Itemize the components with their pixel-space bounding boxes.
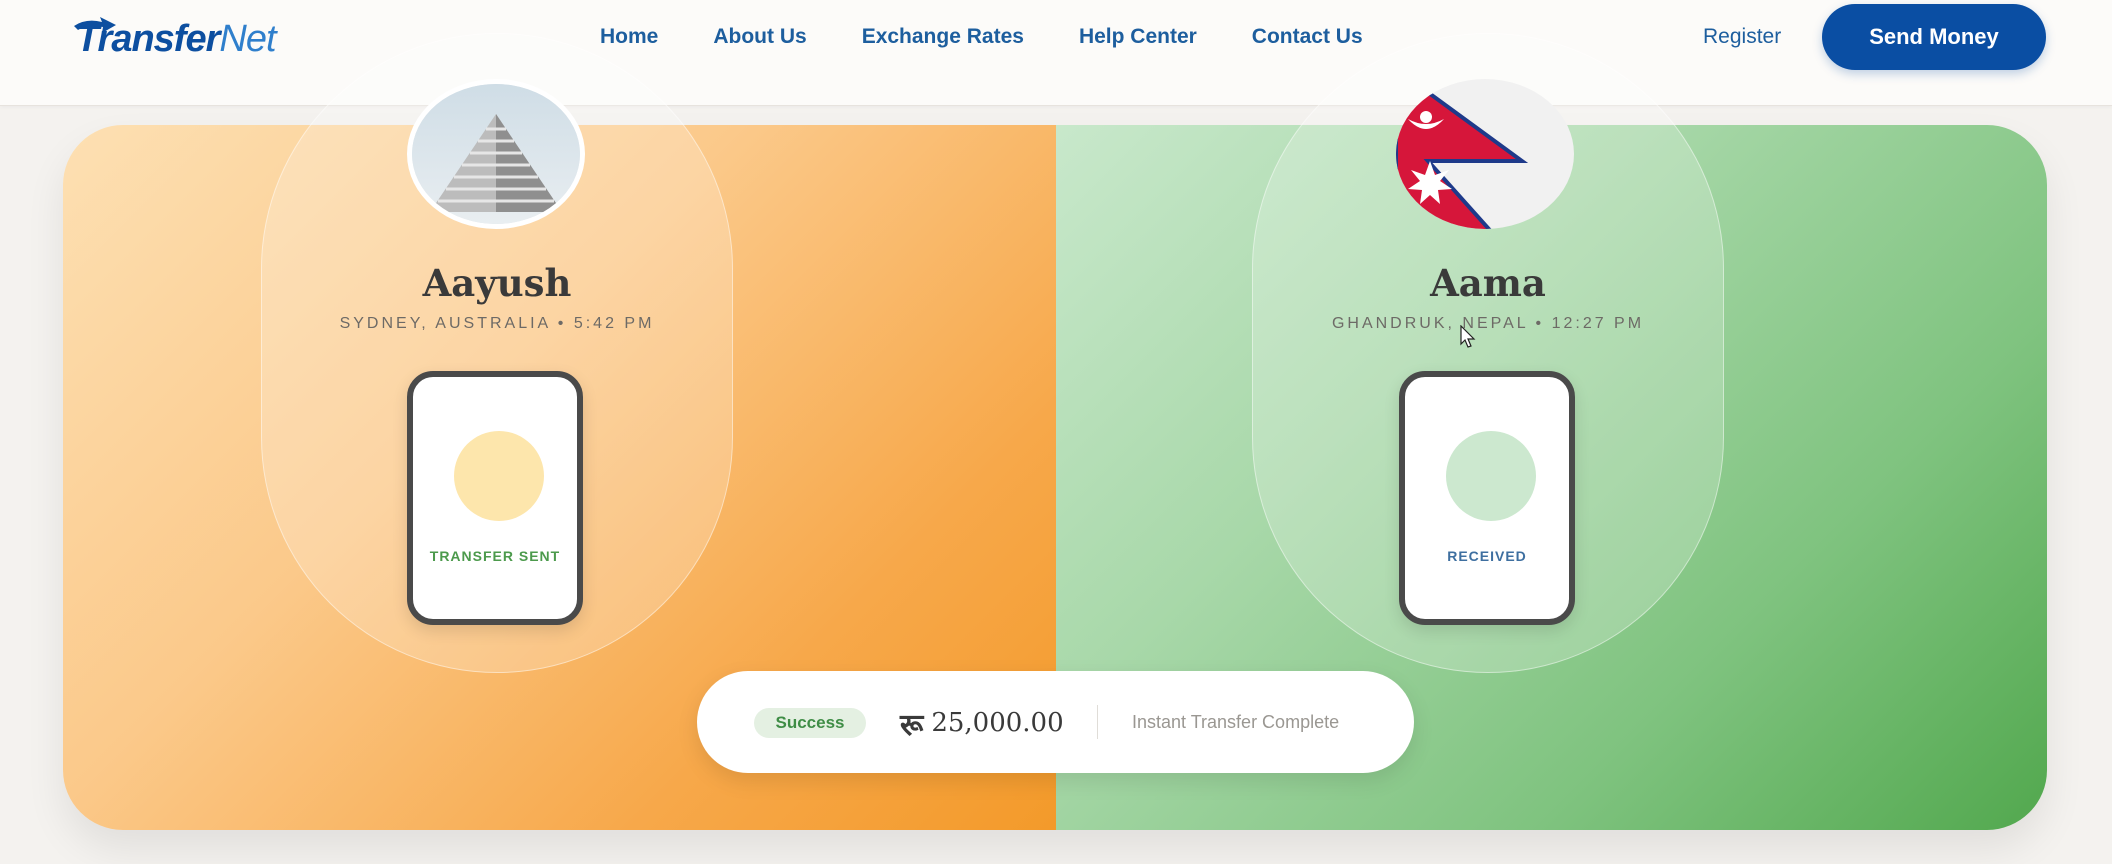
site-header: TransferNet Home About Us Exchange Rates… [0,0,2112,106]
send-money-button[interactable]: Send Money [1822,4,2046,70]
logo[interactable]: TransferNet [72,14,277,64]
currency-symbol: रू [900,707,924,743]
sender-avatar [407,79,585,229]
transfer-amount: रू 25,000.00 [900,701,1064,745]
transfer-status-pill: Success रू 25,000.00 Instant Transfer Co… [697,671,1414,773]
receiver-name: Aama [1430,261,1546,305]
receiver-avatar [1396,79,1574,229]
status-badge: Success [754,708,866,738]
transfer-complete-message: Instant Transfer Complete [1132,712,1340,732]
mouse-cursor-icon [1460,325,1476,348]
divider [1097,705,1098,739]
receiver-location-time: GHANDRUK, NEPAL • 12:27 PM [1331,315,1645,332]
nav-contact-us[interactable]: Contact Us [1252,22,1363,54]
amount-value: 25,000.00 [931,708,1064,738]
building-photo [412,84,580,224]
nav-home[interactable]: Home [600,22,658,54]
sender-phone: TRANSFER SENT [407,371,583,625]
received-label: RECEIVED [1447,548,1527,564]
register-link[interactable]: Register [1703,22,1781,52]
nepal-flag-icon [1396,79,1574,229]
arrow-logo-icon [74,17,116,33]
transfer-sent-label: TRANSFER SENT [429,548,561,564]
receiver-phone: RECEIVED [1399,371,1575,625]
nav-exchange-rates[interactable]: Exchange Rates [862,22,1024,54]
nav-about-us[interactable]: About Us [713,22,806,54]
nav-help-center[interactable]: Help Center [1079,22,1197,54]
sender-phone-indicator [454,431,544,521]
receiver-phone-indicator [1446,431,1536,521]
sender-name: Aayush [422,261,572,305]
logo-text-net: Net [219,17,276,60]
main-nav: Home About Us Exchange Rates Help Center… [600,22,1418,54]
sender-location-time: SYDNEY, AUSTRALIA • 5:42 PM [339,315,655,332]
